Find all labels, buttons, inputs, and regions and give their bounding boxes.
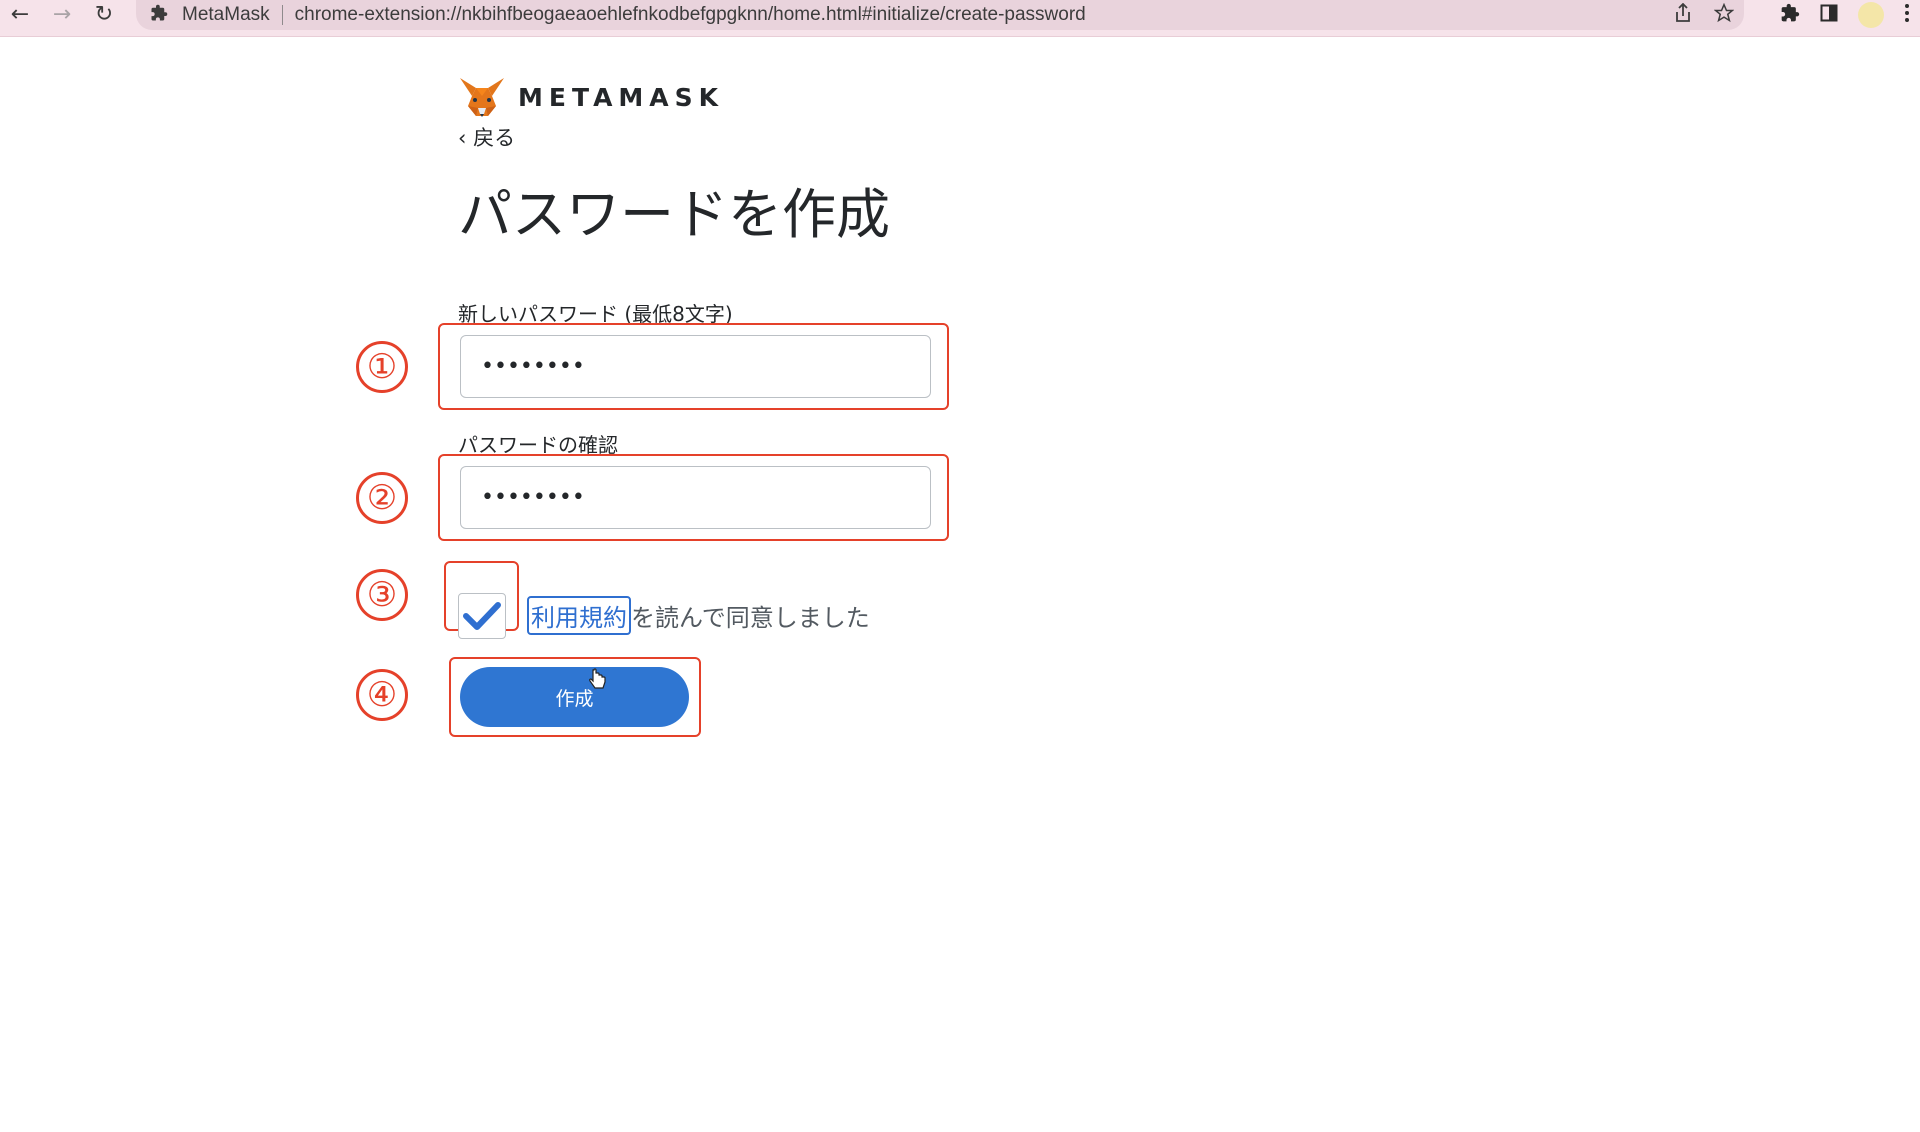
terms-of-use-link[interactable]: 利用規約 bbox=[527, 596, 631, 635]
page-title: パスワードを作成 bbox=[458, 183, 890, 246]
hand-pointer-icon bbox=[587, 668, 607, 698]
step-4-marker: ④ bbox=[356, 669, 408, 721]
checkmark-icon bbox=[463, 602, 501, 630]
bookmark-star-icon[interactable] bbox=[1713, 2, 1735, 28]
address-bar[interactable]: MetaMask chrome-extension://nkbihfbeogae… bbox=[136, 0, 1744, 30]
create-password-page: METAMASK ‹ 戻る パスワードを作成 ① 新しいパスワード (最低8文字… bbox=[0, 36, 1920, 1132]
site-name: MetaMask bbox=[182, 4, 270, 25]
create-button[interactable]: 作成 bbox=[460, 667, 689, 727]
new-password-input[interactable] bbox=[460, 335, 931, 398]
fox-logo-icon bbox=[458, 76, 506, 118]
side-panel-icon[interactable] bbox=[1820, 3, 1838, 27]
kebab-menu-icon[interactable] bbox=[1904, 3, 1910, 28]
profile-avatar[interactable] bbox=[1858, 2, 1884, 28]
terms-checkbox[interactable] bbox=[458, 593, 506, 639]
url-text[interactable]: chrome-extension://nkbihfbeogaeaoehlefnk… bbox=[295, 4, 1086, 26]
logo-wordmark: METAMASK bbox=[518, 82, 725, 112]
omnibox-divider bbox=[281, 5, 283, 25]
browser-toolbar: ← → ↻ MetaMask chrome-extension://nkbihf… bbox=[0, 0, 1920, 37]
terms-agreement: 利用規約 を読んで同意しました bbox=[527, 596, 870, 635]
forward-arrow-icon[interactable]: → bbox=[42, 0, 82, 28]
terms-suffix-text: を読んで同意しました bbox=[631, 604, 870, 632]
metamask-logo: METAMASK bbox=[458, 76, 724, 118]
confirm-password-input[interactable] bbox=[460, 466, 931, 529]
share-icon[interactable] bbox=[1674, 2, 1692, 28]
puzzle-piece-icon bbox=[150, 4, 174, 27]
extensions-icon[interactable] bbox=[1780, 3, 1800, 28]
step-2-marker: ② bbox=[356, 472, 408, 524]
reload-icon[interactable]: ↻ bbox=[84, 0, 124, 28]
step-1-marker: ① bbox=[356, 341, 408, 393]
back-arrow-icon[interactable]: ← bbox=[0, 0, 40, 28]
step-3-marker: ③ bbox=[356, 569, 408, 621]
back-link[interactable]: ‹ 戻る bbox=[458, 122, 515, 152]
